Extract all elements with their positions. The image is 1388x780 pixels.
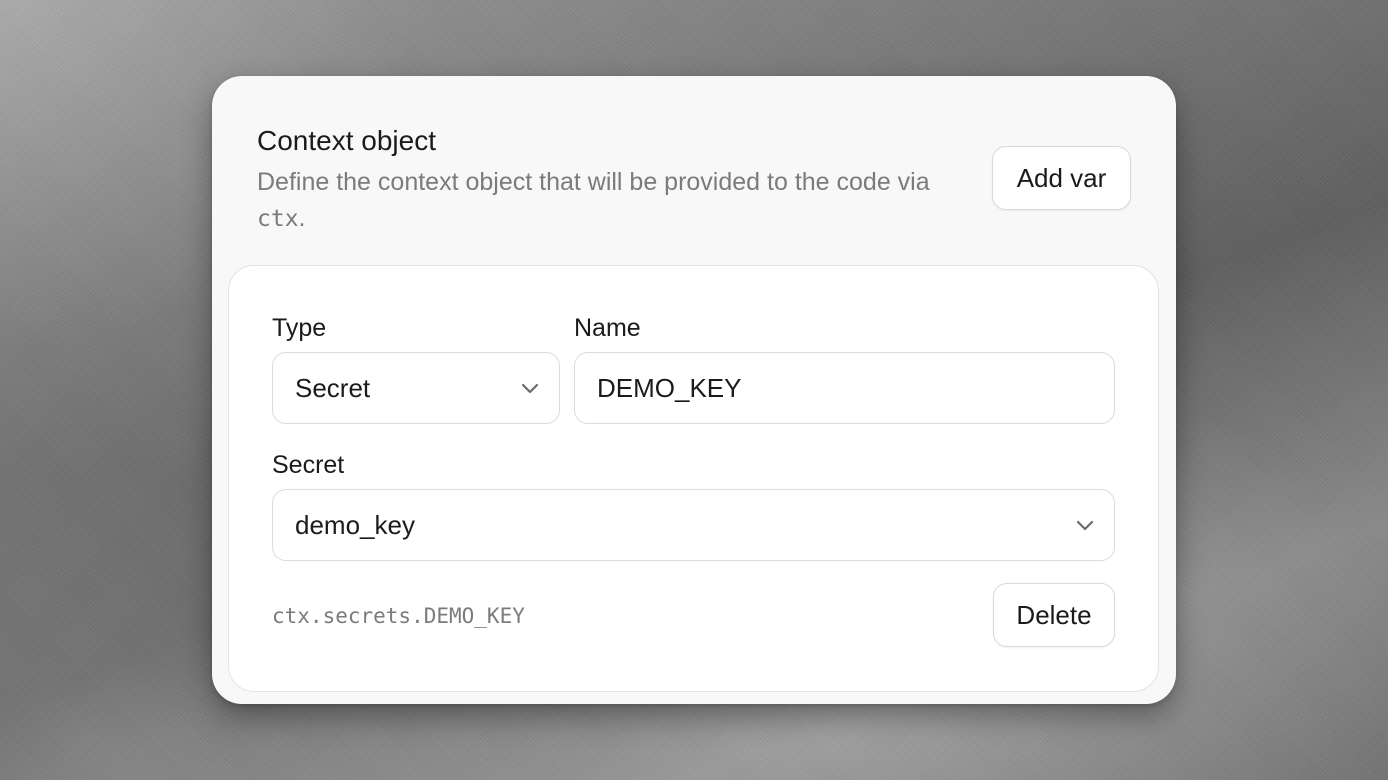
- add-var-button[interactable]: Add var: [992, 146, 1131, 210]
- secret-select[interactable]: demo_key: [272, 489, 1115, 561]
- card-title: Context object: [257, 125, 436, 156]
- description-text: Define the context object that will be p…: [257, 168, 930, 196]
- name-label: Name: [574, 314, 641, 342]
- chevron-down-icon: [1076, 520, 1094, 531]
- type-select-value: Secret: [295, 372, 371, 403]
- delete-button[interactable]: Delete: [993, 583, 1115, 647]
- context-object-card: Context object Define the context object…: [212, 76, 1176, 704]
- description-suffix: .: [298, 204, 306, 232]
- variable-panel: Type Secret Name DEMO_KEY Secret demo_ke…: [228, 265, 1159, 692]
- description-code: ctx: [257, 206, 299, 232]
- name-input-value: DEMO_KEY: [597, 372, 742, 403]
- access-path: ctx.secrets.DEMO_KEY: [272, 604, 525, 628]
- secret-select-value: demo_key: [295, 509, 415, 540]
- chevron-down-icon: [521, 383, 539, 394]
- type-label: Type: [272, 314, 327, 342]
- name-input[interactable]: DEMO_KEY: [574, 352, 1115, 424]
- secret-label: Secret: [272, 451, 345, 479]
- card-description: Define the context object that will be p…: [257, 164, 977, 237]
- type-select[interactable]: Secret: [272, 352, 560, 424]
